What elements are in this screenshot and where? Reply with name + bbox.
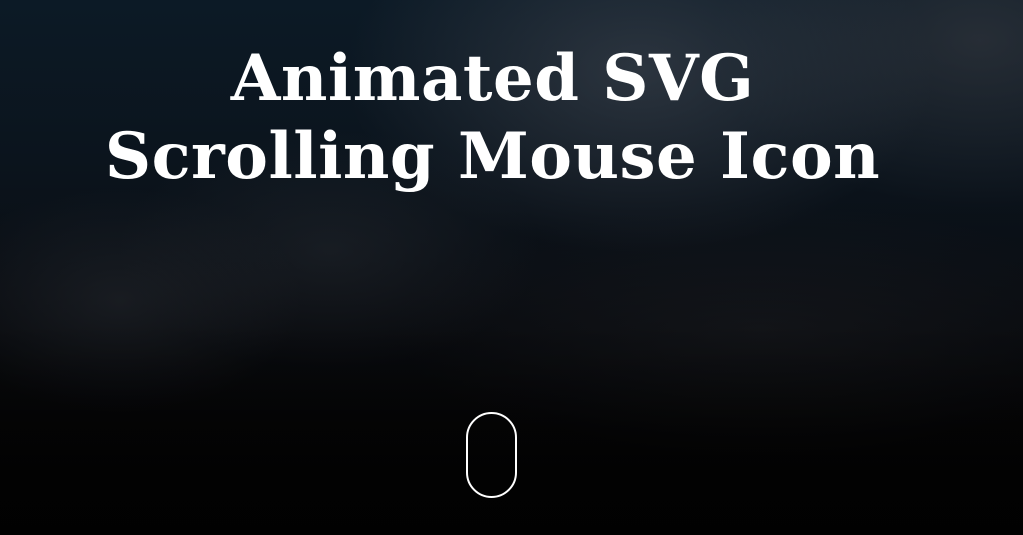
title-line-1: Animated SVG [230, 41, 755, 116]
title-line-2: Scrolling Mouse Icon [104, 119, 881, 194]
page-title: Animated SVG Scrolling Mouse Icon [0, 40, 985, 196]
mouse-icon[interactable] [466, 412, 517, 498]
mouse-body-outline [466, 412, 517, 498]
